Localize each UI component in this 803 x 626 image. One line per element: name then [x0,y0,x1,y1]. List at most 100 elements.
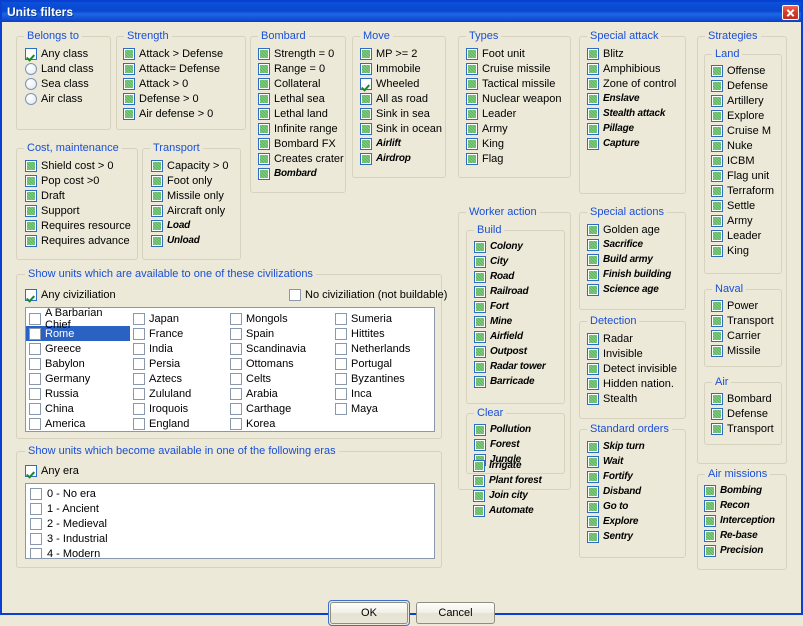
checkbox-spact-1[interactable] [587,238,599,251]
checkbox-any-era[interactable] [25,464,37,477]
checkbox-spatk-2[interactable] [587,77,599,90]
checkbox-civ-1-6[interactable] [133,402,145,415]
wother-option-3[interactable]: Automate [473,503,542,518]
option-any-era[interactable]: Any era [25,463,79,478]
civilizations-listbox[interactable]: A Barbarian Chief Rome Greece Babylon German… [25,307,435,432]
checkbox-land-10[interactable] [711,214,723,227]
checkbox-types-0[interactable] [466,47,478,60]
land-option-9[interactable]: Settle [711,198,781,213]
move-option-7[interactable]: Airdrop [360,151,445,166]
checkbox-build-8[interactable] [474,360,486,373]
checkbox-build-7[interactable] [474,345,486,358]
stdord-option-1[interactable]: Wait [587,454,685,469]
radio-air-class[interactable] [25,92,37,105]
checkbox-civ-0-3[interactable] [29,357,41,370]
checkbox-wother-2[interactable] [473,489,485,502]
detect-option-2[interactable]: Detect invisible [587,361,685,376]
spact-option-3[interactable]: Finish building [587,267,685,282]
checkbox-land-12[interactable] [711,244,723,257]
bombard-option-7[interactable]: Creates crater [258,151,345,166]
checkbox-types-3[interactable] [466,92,478,105]
checkbox-civ-0-2[interactable] [29,342,41,355]
checkbox-move-3[interactable] [360,92,372,105]
checkbox-era-2[interactable] [30,517,42,530]
option-no-civilization[interactable]: No civiziliation (not buildable) [289,287,447,302]
stdord-option-4[interactable]: Go to [587,499,685,514]
checkbox-move-6[interactable] [360,137,372,150]
checkbox-naval-3[interactable] [711,344,723,357]
checkbox-land-9[interactable] [711,199,723,212]
checkbox-air-2[interactable] [711,422,723,435]
checkbox-stdord-2[interactable] [587,470,599,483]
civ-list-item[interactable]: Byzantines [332,371,434,386]
spact-option-1[interactable]: Sacrifice [587,237,685,252]
detect-option-0[interactable]: Radar [587,331,685,346]
checkbox-detect-2[interactable] [587,362,599,375]
checkbox-civ-3-1[interactable] [335,327,347,340]
checkbox-move-7[interactable] [360,152,372,165]
checkbox-land-5[interactable] [711,139,723,152]
stdord-option-0[interactable]: Skip turn [587,439,685,454]
checkbox-land-6[interactable] [711,154,723,167]
checkbox-civ-0-5[interactable] [29,387,41,400]
cancel-button[interactable]: Cancel [416,602,495,624]
civ-list-item[interactable]: Arabia [227,386,332,401]
land-option-5[interactable]: Nuke [711,138,781,153]
era-list-item[interactable]: 2 - Medieval [26,516,434,531]
checkbox-civ-2-1[interactable] [230,327,242,340]
checkbox-wother-3[interactable] [473,504,485,517]
civ-list-item[interactable]: Ottomans [227,356,332,371]
air-option-2[interactable]: Transport [711,421,781,436]
airm-option-4[interactable]: Precision [704,543,786,558]
checkbox-strength-2[interactable] [123,77,135,90]
civ-list-item[interactable]: India [130,341,227,356]
airm-option-1[interactable]: Recon [704,498,786,513]
types-option-0[interactable]: Foot unit [466,46,570,61]
checkbox-any-class[interactable] [25,47,37,60]
checkbox-civ-2-3[interactable] [230,357,242,370]
bombard-option-5[interactable]: Infinite range [258,121,345,136]
checkbox-detect-3[interactable] [587,377,599,390]
checkbox-bombard-0[interactable] [258,47,270,60]
wother-option-2[interactable]: Join city [473,488,542,503]
strength-option-3[interactable]: Defense > 0 [123,91,245,106]
air-option-0[interactable]: Bombard [711,391,781,406]
checkbox-civ-3-4[interactable] [335,372,347,385]
stdord-option-6[interactable]: Sentry [587,529,685,544]
checkbox-civ-1-5[interactable] [133,387,145,400]
detect-option-1[interactable]: Invisible [587,346,685,361]
checkbox-build-3[interactable] [474,285,486,298]
checkbox-spatk-3[interactable] [587,92,599,105]
checkbox-build-0[interactable] [474,240,486,253]
checkbox-civ-1-2[interactable] [133,342,145,355]
build-option-4[interactable]: Fort [474,299,564,314]
checkbox-types-7[interactable] [466,152,478,165]
checkbox-transport-0[interactable] [151,159,163,172]
checkbox-civ-3-0[interactable] [335,312,347,325]
civ-list-item[interactable]: Mongols [227,311,332,326]
civ-list-item[interactable]: Korea [227,416,332,431]
checkbox-land-7[interactable] [711,169,723,182]
civ-list-item[interactable]: Hittites [332,326,434,341]
checkbox-naval-2[interactable] [711,329,723,342]
land-option-2[interactable]: Artillery [711,93,781,108]
checkbox-transport-1[interactable] [151,174,163,187]
civ-list-item[interactable]: A Barbarian Chief [26,308,130,331]
civ-list-item[interactable]: Celts [227,371,332,386]
air-option-1[interactable]: Defense [711,406,781,421]
checkbox-transport-3[interactable] [151,204,163,217]
radio-land-class[interactable] [25,62,37,75]
types-option-1[interactable]: Cruise missile [466,61,570,76]
checkbox-strength-0[interactable] [123,47,135,60]
types-option-2[interactable]: Tactical missile [466,76,570,91]
transport-option-5[interactable]: Unload [151,233,240,248]
checkbox-civ-1-4[interactable] [133,372,145,385]
stdord-option-5[interactable]: Explore [587,514,685,529]
cost-option-5[interactable]: Requires advance [25,233,137,248]
build-option-0[interactable]: Colony [474,239,564,254]
cost-option-4[interactable]: Requires resource [25,218,137,233]
strength-option-0[interactable]: Attack > Defense [123,46,245,61]
civ-list-item[interactable]: Scandinavia [227,341,332,356]
bombard-option-1[interactable]: Range = 0 [258,61,345,76]
build-option-7[interactable]: Outpost [474,344,564,359]
